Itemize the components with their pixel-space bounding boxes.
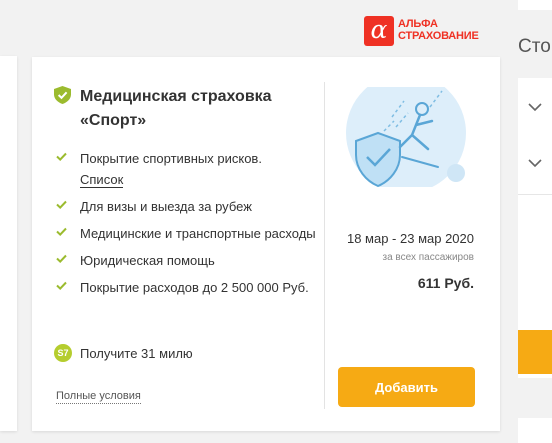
feature-text: Юридическая помощь (80, 253, 215, 268)
s7-logo-icon: S7 (54, 344, 72, 362)
right-panel-action-button[interactable] (518, 330, 552, 374)
check-icon (56, 200, 67, 210)
chevron-down-icon (528, 103, 542, 112)
feature-text: Для визы и выезда за рубеж (80, 199, 252, 214)
feature-text: Покрытие спортивных рисков. (80, 151, 262, 166)
accordion-row[interactable] (518, 82, 552, 139)
right-panel-top (518, 0, 552, 10)
alfa-logo-line2: СТРАХОВАНИЕ (398, 30, 479, 42)
feature-item: Для визы и выезда за рубеж (54, 196, 324, 217)
full-terms-link[interactable]: Полные условия (56, 390, 141, 404)
offer-price: 611 Руб. (417, 275, 474, 291)
miles-text: Получите 31 милю (80, 346, 193, 361)
skier-shield-icon (346, 87, 466, 187)
alfa-logo-text: АЛЬФА СТРАХОВАНИЕ (398, 18, 479, 42)
check-icon (56, 281, 67, 291)
alfa-insurance-logo: α АЛЬФА СТРАХОВАНИЕ (364, 16, 500, 46)
sports-list-link[interactable]: Список (80, 172, 124, 188)
right-panel-bottom (518, 418, 552, 443)
offer-title: Медицинская страховка «Спорт» (80, 88, 272, 129)
check-icon (56, 227, 67, 237)
accordion-row[interactable] (518, 138, 552, 195)
feature-list: Покрытие спортивных рисков. Список Для в… (54, 148, 324, 304)
right-panel-header: Сто (518, 36, 551, 57)
feature-text: Покрытие расходов до 2 500 000 Руб. (80, 280, 309, 295)
shield-check-icon (54, 86, 71, 104)
alfa-logo-badge: α (364, 16, 394, 46)
check-icon (56, 152, 67, 162)
feature-item: Юридическая помощь (54, 250, 324, 271)
feature-text: Медицинские и транспортные расходы (80, 226, 316, 241)
alfa-logo-line1: АЛЬФА (398, 18, 438, 30)
feature-item: Медицинские и транспортные расходы (54, 223, 324, 244)
trip-dates: 18 мар - 23 мар 2020 (346, 231, 474, 246)
chevron-down-icon (528, 159, 542, 168)
passengers-note: за всех пассажиров (382, 252, 475, 263)
add-button[interactable]: Добавить (338, 367, 475, 407)
feature-item: Покрытие спортивных рисков. Список (54, 148, 324, 190)
feature-item: Покрытие расходов до 2 500 000 Руб. (54, 277, 324, 298)
check-icon (56, 254, 67, 264)
insurance-offer-card: Медицинская страховка «Спорт» Покрытие с… (32, 57, 500, 431)
previous-offer-card (0, 56, 17, 431)
